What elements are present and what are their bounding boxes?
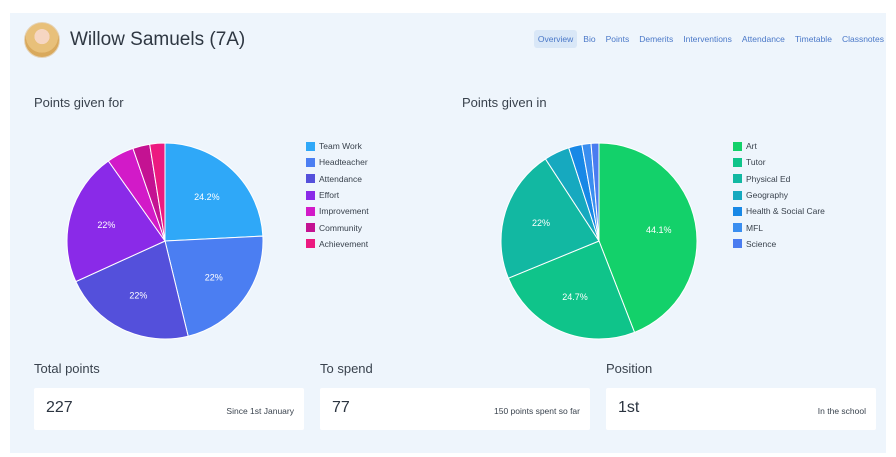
points-for-legend: Team Work Headteacher Attendance Effort Impr… — [306, 138, 369, 252]
points-in-title: Points given in — [462, 95, 547, 110]
tab-demerits[interactable]: Demerits — [635, 30, 677, 48]
total-points-label: Total points — [34, 361, 100, 376]
legend-swatch — [306, 223, 315, 233]
legend-swatch — [733, 239, 742, 249]
legend-swatch — [306, 157, 315, 167]
legend-swatch — [306, 174, 315, 184]
tab-attendance[interactable]: Attendance — [738, 30, 789, 48]
legend-item-team-work[interactable]: Team Work — [306, 138, 369, 154]
student-header: Willow Samuels (7A) — [24, 22, 245, 58]
tab-classnotes[interactable]: Classnotes — [838, 30, 888, 48]
tab-points[interactable]: Points — [602, 30, 634, 48]
legend-swatch — [733, 157, 742, 167]
legend-label: Community — [319, 222, 362, 233]
legend-item-attendance[interactable]: Attendance — [306, 171, 369, 187]
legend-item-physical-ed[interactable]: Physical Ed — [733, 171, 825, 187]
legend-item-community[interactable]: Community — [306, 219, 369, 235]
legend-swatch — [733, 174, 742, 184]
legend-swatch — [306, 206, 315, 216]
legend-swatch — [733, 223, 742, 233]
position-card: 1st In the school — [606, 388, 876, 430]
legend-label: Science — [746, 238, 777, 249]
legend-label: MFL — [746, 222, 763, 233]
legend-item-tutor[interactable]: Tutor — [733, 154, 825, 170]
total-points-value: 227 — [46, 399, 73, 416]
legend-item-geography[interactable]: Geography — [733, 187, 825, 203]
to-spend-note: 150 points spent so far — [493, 406, 580, 416]
legend-swatch — [733, 190, 742, 200]
total-points-card: 227 Since 1st January — [34, 388, 304, 430]
position-label: Position — [606, 361, 653, 376]
legend-label: Art — [746, 141, 757, 152]
pie-data-label-tutor: 24.7% — [562, 292, 588, 302]
legend-label: Health & Social Care — [746, 206, 825, 217]
legend-label: Tutor — [746, 157, 766, 168]
legend-label: Team Work — [319, 141, 362, 152]
to-spend-value: 77 — [332, 399, 350, 416]
tab-timetable[interactable]: Timetable — [791, 30, 836, 48]
legend-swatch — [306, 190, 315, 200]
tab-bio[interactable]: Bio — [579, 30, 599, 48]
legend-item-achievement[interactable]: Achievement — [306, 236, 369, 252]
pie-data-label-headteacher: 22% — [205, 272, 223, 282]
points-for-title: Points given for — [34, 95, 124, 110]
legend-swatch — [306, 141, 315, 151]
tab-overview[interactable]: Overview — [533, 30, 578, 48]
profile-nav: Overview Bio Points Demerits Interventio… — [533, 30, 888, 48]
to-spend-card: 77 150 points spent so far — [320, 388, 590, 430]
student-avatar — [24, 22, 60, 58]
pie-data-label-art: 44.1% — [646, 225, 672, 235]
legend-swatch — [733, 141, 742, 151]
legend-label: Headteacher — [319, 157, 368, 168]
legend-item-headteacher[interactable]: Headteacher — [306, 154, 369, 170]
legend-item-health-and-social-care[interactable]: Health & Social Care — [733, 203, 825, 219]
pie-data-label-attendance: 22% — [129, 291, 147, 301]
legend-item-mfl[interactable]: MFL — [733, 219, 825, 235]
pie-data-label-effort: 22% — [97, 220, 115, 230]
total-points-note: Since 1st January — [226, 406, 294, 416]
pie-data-label-team-work: 24.2% — [194, 192, 220, 202]
position-note: In the school — [817, 406, 866, 416]
legend-item-science[interactable]: Science — [733, 236, 825, 252]
legend-item-improvement[interactable]: Improvement — [306, 203, 369, 219]
points-in-legend: Art Tutor Physical Ed Geography Health & Soc… — [733, 138, 825, 252]
points-in-pie-chart: 44.1% 24.7% 22% — [500, 142, 698, 340]
pie-data-label-physical-ed: 22% — [532, 218, 550, 228]
legend-label: Achievement — [319, 238, 369, 249]
legend-swatch — [306, 239, 315, 249]
legend-label: Improvement — [319, 206, 369, 217]
legend-swatch — [733, 206, 742, 216]
position-value: 1st — [618, 399, 640, 416]
points-for-pie-chart: 24.2% 22% 22% 22% — [66, 142, 264, 340]
tab-interventions[interactable]: Interventions — [679, 30, 736, 48]
legend-label: Attendance — [319, 173, 363, 184]
legend-item-effort[interactable]: Effort — [306, 187, 369, 203]
to-spend-label: To spend — [320, 361, 373, 376]
legend-item-art[interactable]: Art — [733, 138, 825, 154]
legend-label: Effort — [319, 190, 340, 201]
student-name: Willow Samuels (7A) — [70, 29, 246, 50]
legend-label: Physical Ed — [746, 173, 791, 184]
legend-label: Geography — [746, 190, 789, 201]
